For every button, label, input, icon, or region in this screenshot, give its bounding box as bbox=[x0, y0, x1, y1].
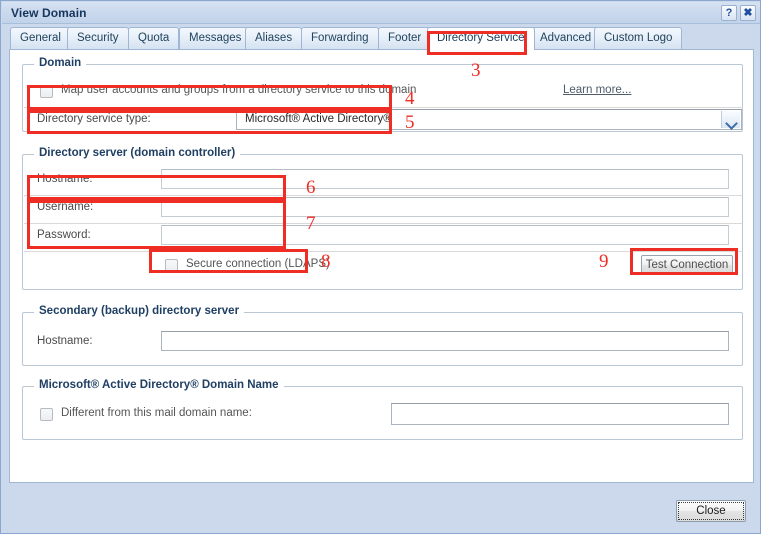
test-connection-button[interactable]: Test Connection bbox=[641, 255, 733, 275]
password-label: Password: bbox=[37, 229, 91, 241]
close-icon[interactable]: ✖ bbox=[740, 5, 756, 21]
secondary-hostname-label: Hostname: bbox=[37, 335, 93, 347]
directory-server-fieldset: Directory server (domain controller) Hos… bbox=[22, 147, 743, 290]
tab-footer[interactable]: Footer bbox=[378, 27, 432, 49]
secure-connection-checkbox[interactable] bbox=[165, 259, 178, 272]
directory-service-type-value: Microsoft® Active Directory® bbox=[245, 113, 392, 125]
hostname-label: Hostname: bbox=[37, 173, 93, 185]
ad-domain-name-legend: Microsoft® Active Directory® Domain Name bbox=[34, 379, 284, 391]
username-input[interactable] bbox=[161, 197, 729, 217]
map-directory-service-checkbox[interactable] bbox=[40, 85, 53, 98]
view-domain-dialog: View Domain ? ✖ General Security Quota M… bbox=[0, 0, 761, 534]
hostname-input[interactable] bbox=[161, 169, 729, 189]
directory-server-divider-1 bbox=[24, 195, 743, 196]
password-input[interactable] bbox=[161, 225, 729, 245]
directory-server-divider-2 bbox=[24, 223, 743, 224]
username-label: Username: bbox=[37, 201, 94, 213]
directory-service-type-label: Directory service type: bbox=[37, 113, 151, 125]
tab-messages[interactable]: Messages bbox=[179, 27, 252, 49]
tab-general[interactable]: General bbox=[10, 27, 71, 49]
close-button-label: Close bbox=[678, 502, 744, 520]
different-domain-name-checkbox[interactable] bbox=[40, 408, 53, 421]
tab-quota[interactable]: Quota bbox=[128, 27, 180, 49]
domain-row-divider bbox=[24, 107, 743, 108]
secure-connection-label[interactable]: Secure connection (LDAPS) bbox=[186, 258, 330, 270]
tab-content-directory-service: Domain Map user accounts and groups from… bbox=[9, 49, 754, 483]
tab-strip: General Security Quota Messages Aliases … bbox=[2, 24, 760, 50]
help-icon[interactable]: ? bbox=[721, 5, 737, 21]
window-title: View Domain bbox=[11, 6, 87, 20]
secondary-server-fieldset: Secondary (backup) directory server Host… bbox=[22, 305, 743, 366]
map-directory-service-label[interactable]: Map user accounts and groups from a dire… bbox=[61, 84, 416, 96]
dialog-footer: Close bbox=[2, 484, 760, 533]
tab-custom-logo[interactable]: Custom Logo bbox=[594, 27, 683, 49]
ad-domain-name-input[interactable] bbox=[391, 403, 729, 425]
ad-domain-name-fieldset: Microsoft® Active Directory® Domain Name… bbox=[22, 379, 743, 440]
tab-advanced[interactable]: Advanced bbox=[530, 27, 602, 49]
secondary-server-legend: Secondary (backup) directory server bbox=[34, 305, 245, 317]
tab-security[interactable]: Security bbox=[67, 27, 129, 49]
close-button[interactable]: Close bbox=[676, 500, 746, 522]
tab-directory-service[interactable]: Directory Service bbox=[427, 27, 535, 50]
secondary-hostname-input[interactable] bbox=[161, 331, 729, 351]
directory-server-legend: Directory server (domain controller) bbox=[34, 147, 241, 159]
chevron-down-icon[interactable] bbox=[721, 111, 740, 128]
learn-more-link[interactable]: Learn more... bbox=[563, 84, 631, 96]
domain-fieldset: Domain Map user accounts and groups from… bbox=[22, 57, 743, 132]
tab-aliases[interactable]: Aliases bbox=[245, 27, 303, 49]
directory-service-type-select[interactable]: Microsoft® Active Directory® bbox=[236, 109, 742, 130]
directory-server-divider-3 bbox=[24, 251, 743, 252]
domain-legend: Domain bbox=[34, 57, 87, 69]
different-domain-name-label[interactable]: Different from this mail domain name: bbox=[61, 407, 252, 419]
window-titlebar: View Domain ? ✖ bbox=[2, 2, 760, 24]
tab-forwarding[interactable]: Forwarding bbox=[301, 27, 379, 49]
